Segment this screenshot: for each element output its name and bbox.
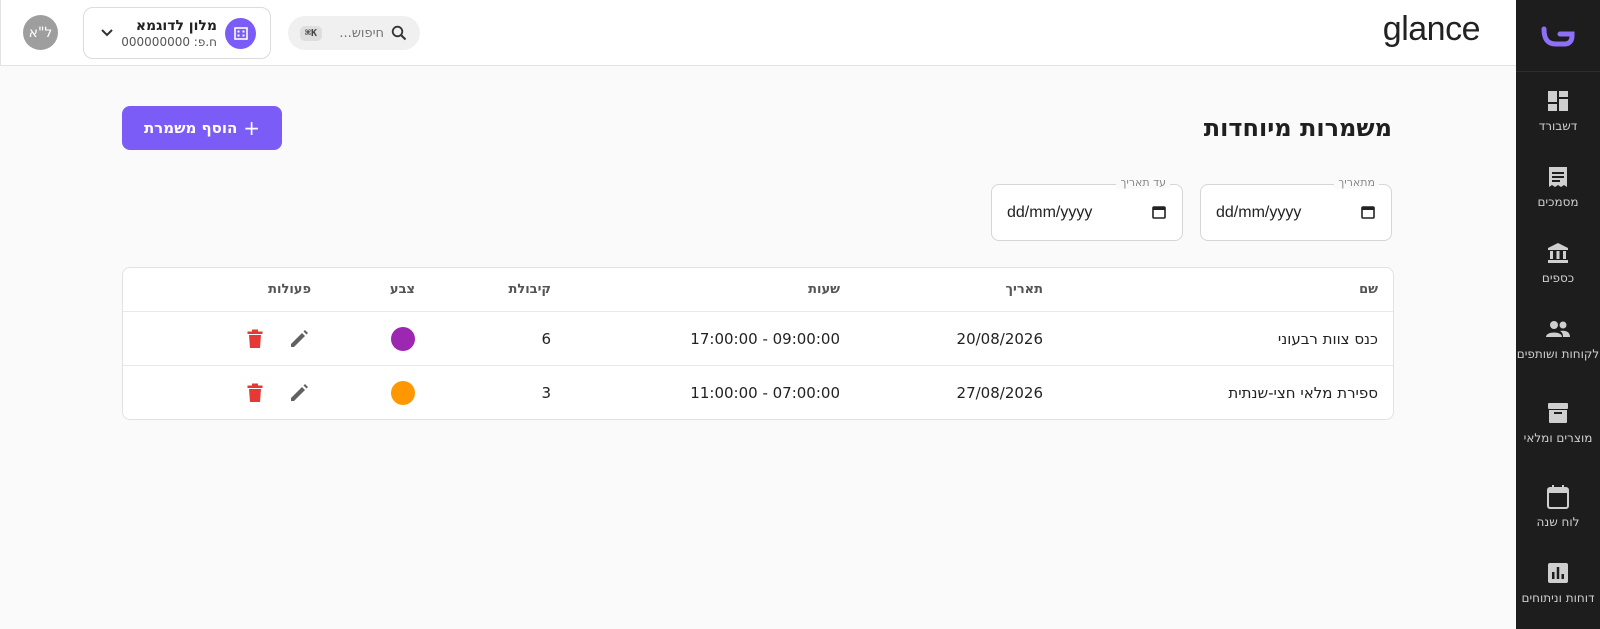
edit-icon[interactable] [287,381,311,405]
sidebar-item-calendar[interactable]: לוח שנה [1516,468,1600,544]
search-shortcut: ⌘K [300,25,323,41]
search-box[interactable]: ⌘K [288,16,420,50]
sidebar-item-products[interactable]: מוצרים ומלאי [1516,384,1600,468]
header-date[interactable]: תאריך [1005,268,1043,311]
row-actions [243,366,311,419]
search-icon [390,24,408,42]
edit-icon[interactable] [287,327,311,351]
brand-logo[interactable]: glance [1383,10,1481,49]
archive-icon [1545,400,1571,426]
header-capacity[interactable]: קיבולת [508,268,551,311]
add-shift-label: הוסף משמרת [143,119,238,137]
to-date-value[interactable]: dd/mm/yyyy [1007,204,1092,222]
from-date-label: מתאריך [1334,176,1379,189]
delete-icon[interactable] [243,327,267,351]
calendar-icon [1545,484,1571,510]
sidebar-item-finance[interactable]: כספים [1516,224,1600,300]
bank-icon [1545,240,1571,266]
to-date-field[interactable]: עד תאריך dd/mm/yyyy [991,176,1183,241]
row-hours: 07:00:00 - 11:00:00 [690,384,840,402]
people-icon [1545,316,1571,342]
top-bar: glance ל"א מלון לדוגמא ח.פ: 000000000 ⌘K [0,0,1516,66]
row-capacity: 6 [541,329,551,348]
main-area: glance ל"א מלון לדוגמא ח.פ: 000000000 ⌘K [0,0,1516,629]
row-actions [243,312,311,365]
hotel-info: מלון לדוגמא ח.פ: 000000000 [114,17,225,50]
delete-icon[interactable] [243,381,267,405]
sidebar-item-label: דשבורד [1538,119,1578,133]
search-input[interactable] [322,25,390,41]
sidebar-item-dashboard[interactable]: דשבורד [1516,72,1600,148]
sidebar-item-label: דוחות וניתוחים [1521,591,1595,605]
row-date: 20/08/2026 [956,329,1043,348]
row-color [391,312,415,365]
header-actions: פעולות [268,282,311,297]
table-header: שם תאריך שעות קיבולת צבע פעולות [123,268,1393,312]
building-icon [225,17,256,49]
from-date-field[interactable]: מתאריך dd/mm/yyyy [1200,176,1392,241]
hotel-name: מלון לדוגמא [135,17,217,34]
hotel-company-id: ח.פ: 000000000 [121,34,217,49]
chevron-down-icon [100,26,114,40]
to-date-label: עד תאריך [1116,176,1170,189]
header-color: צבע [389,282,415,297]
chart-icon [1545,560,1571,586]
row-name: ספירת מלאי חצי-שנתית [1228,384,1378,402]
row-color [391,366,415,419]
sidebar-item-label: כספים [1541,271,1575,285]
page-title: משמרות מיוחדות [1203,114,1392,142]
sidebar-item-reports[interactable]: דוחות וניתוחים [1516,544,1600,628]
calendar-icon[interactable] [1360,204,1376,220]
add-shift-button[interactable]: + הוסף משמרת [122,106,282,150]
dashboard-icon [1545,88,1571,114]
row-hours: 09:00:00 - 17:00:00 [690,329,840,348]
sidebar-item-documents[interactable]: מסמכים [1516,148,1600,224]
sidebar-item-label: לקוחות ושותפים [1516,347,1600,361]
row-name: כנס צוות רבעוני [1277,329,1378,348]
app-logo-icon[interactable] [1516,0,1600,72]
sidebar-item-label: לוח שנה [1536,515,1580,529]
user-avatar[interactable]: ל"א [23,15,58,50]
table-row[interactable]: כנס צוות רבעוני 20/08/2026 09:00:00 - 17… [123,312,1393,366]
sidebar-item-label: מוצרים ומלאי [1523,431,1593,445]
color-swatch [391,326,415,351]
sidebar-item-customers[interactable]: לקוחות ושותפים [1516,300,1600,384]
header-hours[interactable]: שעות [808,268,840,311]
sidebar: דשבורד מסמכים כספים לקוחות ושותפים מוצרי… [1516,0,1600,629]
from-date-value[interactable]: dd/mm/yyyy [1216,204,1301,222]
receipt-icon [1545,164,1571,190]
plus-icon: + [243,116,261,140]
header-name[interactable]: שם [1359,268,1378,311]
sidebar-item-label: מסמכים [1537,195,1579,209]
table-row[interactable]: ספירת מלאי חצי-שנתית 27/08/2026 07:00:00… [123,366,1393,419]
row-date: 27/08/2026 [956,384,1043,402]
row-capacity: 3 [541,384,551,402]
color-swatch [391,381,415,405]
hotel-selector[interactable]: מלון לדוגמא ח.פ: 000000000 [83,7,271,59]
calendar-icon[interactable] [1151,204,1167,220]
shifts-table: שם תאריך שעות קיבולת צבע פעולות כנס צוות… [122,267,1394,420]
